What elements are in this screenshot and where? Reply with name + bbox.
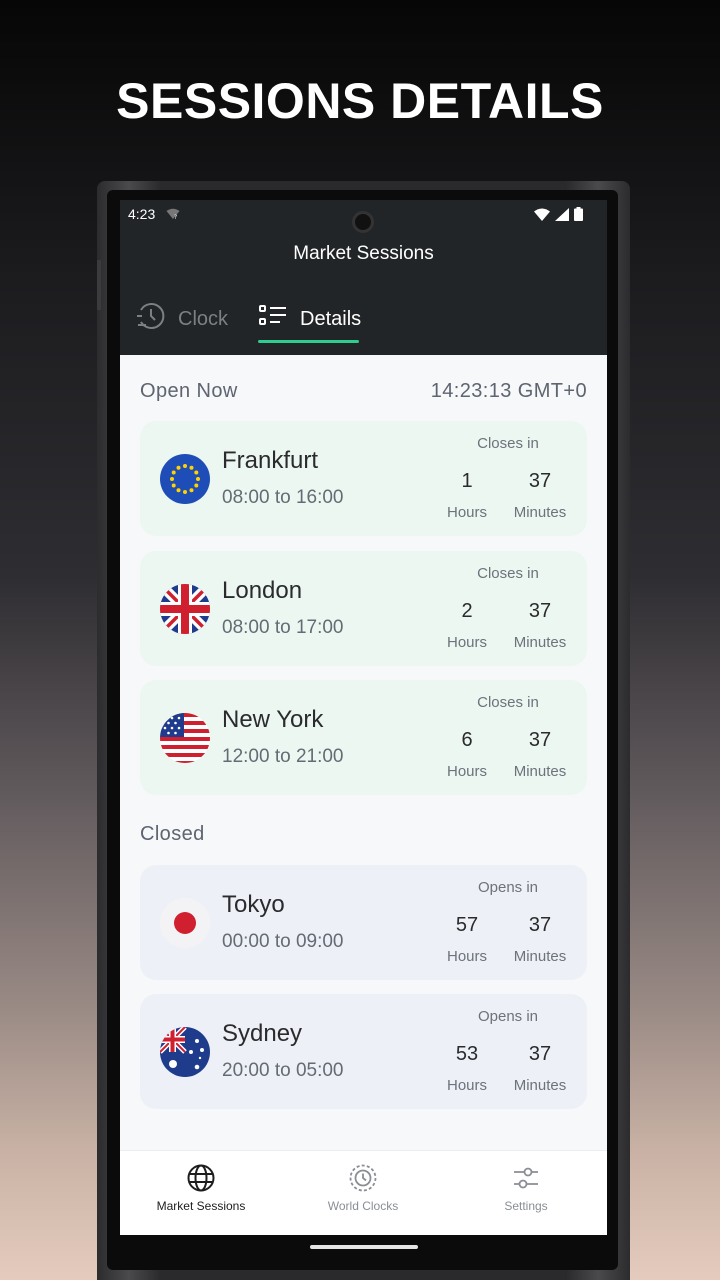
countdown-label: Closes in <box>477 435 539 452</box>
session-hours: 00:00 to 09:00 <box>222 931 344 952</box>
open-now-header: Open Now 14:23:13 GMT+0 <box>140 380 587 410</box>
nav-world-clocks-label: World Clocks <box>327 1199 399 1213</box>
clock-icon <box>136 301 166 337</box>
nav-market-sessions[interactable]: Market Sessions <box>120 1163 282 1213</box>
tab-clock[interactable]: Clock <box>136 302 228 336</box>
home-indicator[interactable] <box>310 1245 418 1249</box>
city-name: Frankfurt <box>222 447 319 474</box>
nav-settings[interactable]: Settings <box>445 1163 607 1213</box>
city-name: Sydney <box>222 1020 303 1047</box>
hours-unit: Hours <box>446 504 487 521</box>
hours-unit: Hours <box>446 1077 487 1094</box>
closed-label: Closed <box>140 823 205 845</box>
session-card-frankfurt[interactable]: Frankfurt 08:00 to 16:00 Closes in 1 37 … <box>140 421 587 536</box>
session-card-london[interactable]: London 08:00 to 17:00 Closes in 2 37 Hou… <box>140 551 587 666</box>
japan-flag-icon <box>160 898 210 948</box>
countdown-label: Opens in <box>477 879 539 896</box>
sliders-icon <box>511 1163 541 1193</box>
countdown-minutes: 37 <box>528 470 552 492</box>
nav-world-clocks[interactable]: World Clocks <box>282 1163 444 1213</box>
closed-header: Closed <box>140 823 587 853</box>
city-name: New York <box>222 706 324 733</box>
wifi-question-icon: ? <box>166 208 180 224</box>
countdown-hours: 2 <box>461 600 473 622</box>
session-card-new-york[interactable]: New York 12:00 to 21:00 Closes in 6 37 H… <box>140 680 587 795</box>
countdown-hours: 1 <box>461 470 473 492</box>
us-flag-icon <box>160 713 210 763</box>
session-card-sydney[interactable]: Sydney 20:00 to 05:00 Opens in 53 37 Hou… <box>140 994 587 1109</box>
tab-details-label: Details <box>300 307 362 330</box>
minutes-unit: Minutes <box>513 1077 567 1094</box>
open-now-label: Open Now <box>140 380 238 402</box>
hours-unit: Hours <box>446 634 487 651</box>
front-camera <box>352 211 374 233</box>
minutes-unit: Minutes <box>513 763 567 780</box>
nav-market-sessions-label: Market Sessions <box>156 1199 246 1213</box>
countdown-label: Closes in <box>477 565 539 582</box>
globe-icon <box>186 1163 216 1193</box>
session-hours: 20:00 to 05:00 <box>222 1060 344 1081</box>
phone-side-button <box>97 260 101 310</box>
tab-indicator <box>258 340 359 343</box>
list-icon <box>258 304 288 334</box>
hours-unit: Hours <box>446 763 487 780</box>
nav-settings-label: Settings <box>504 1199 548 1213</box>
gesture-bar <box>120 1235 607 1265</box>
session-hours: 08:00 to 16:00 <box>222 487 344 508</box>
promo-title: SESSIONS DETAILS <box>116 73 604 129</box>
eu-flag-icon <box>160 454 210 504</box>
uk-flag-icon <box>160 584 210 634</box>
countdown-minutes: 37 <box>528 1043 552 1065</box>
countdown-minutes: 37 <box>528 729 552 751</box>
session-hours: 08:00 to 17:00 <box>222 617 344 638</box>
session-hours: 12:00 to 21:00 <box>222 746 344 767</box>
countdown-hours: 57 <box>455 914 479 936</box>
app-screen: 4:23 ? Market Sessions Clock Details Ope… <box>120 200 607 1265</box>
svg-text:?: ? <box>174 214 177 220</box>
signal-icon <box>555 207 569 225</box>
app-bar: 4:23 ? Market Sessions Clock Details <box>120 200 607 355</box>
hours-unit: Hours <box>446 948 487 965</box>
minutes-unit: Minutes <box>513 948 567 965</box>
countdown-minutes: 37 <box>528 600 552 622</box>
tab-clock-label: Clock <box>178 307 229 330</box>
city-name: Tokyo <box>222 891 285 918</box>
status-time: 4:23 <box>128 206 156 222</box>
minutes-unit: Minutes <box>513 634 567 651</box>
app-title: Market Sessions <box>293 243 434 264</box>
status-bar: 4:23 ? <box>120 200 607 233</box>
battery-icon <box>574 207 583 225</box>
australia-flag-icon <box>160 1027 210 1077</box>
current-time: 14:23:13 GMT+0 <box>430 380 587 402</box>
countdown-label: Closes in <box>477 694 539 711</box>
wifi-icon <box>534 208 550 225</box>
minutes-unit: Minutes <box>513 504 567 521</box>
countdown-minutes: 37 <box>528 914 552 936</box>
countdown-hours: 53 <box>455 1043 479 1065</box>
countdown-hours: 6 <box>461 729 473 751</box>
city-name: London <box>222 577 303 604</box>
tab-details[interactable]: Details <box>258 302 361 336</box>
world-clock-icon <box>348 1163 378 1193</box>
bottom-navigation: Market Sessions World Clocks Settings <box>120 1150 607 1235</box>
countdown-label: Opens in <box>477 1008 539 1025</box>
session-card-tokyo[interactable]: Tokyo 00:00 to 09:00 Opens in 57 37 Hour… <box>140 865 587 980</box>
